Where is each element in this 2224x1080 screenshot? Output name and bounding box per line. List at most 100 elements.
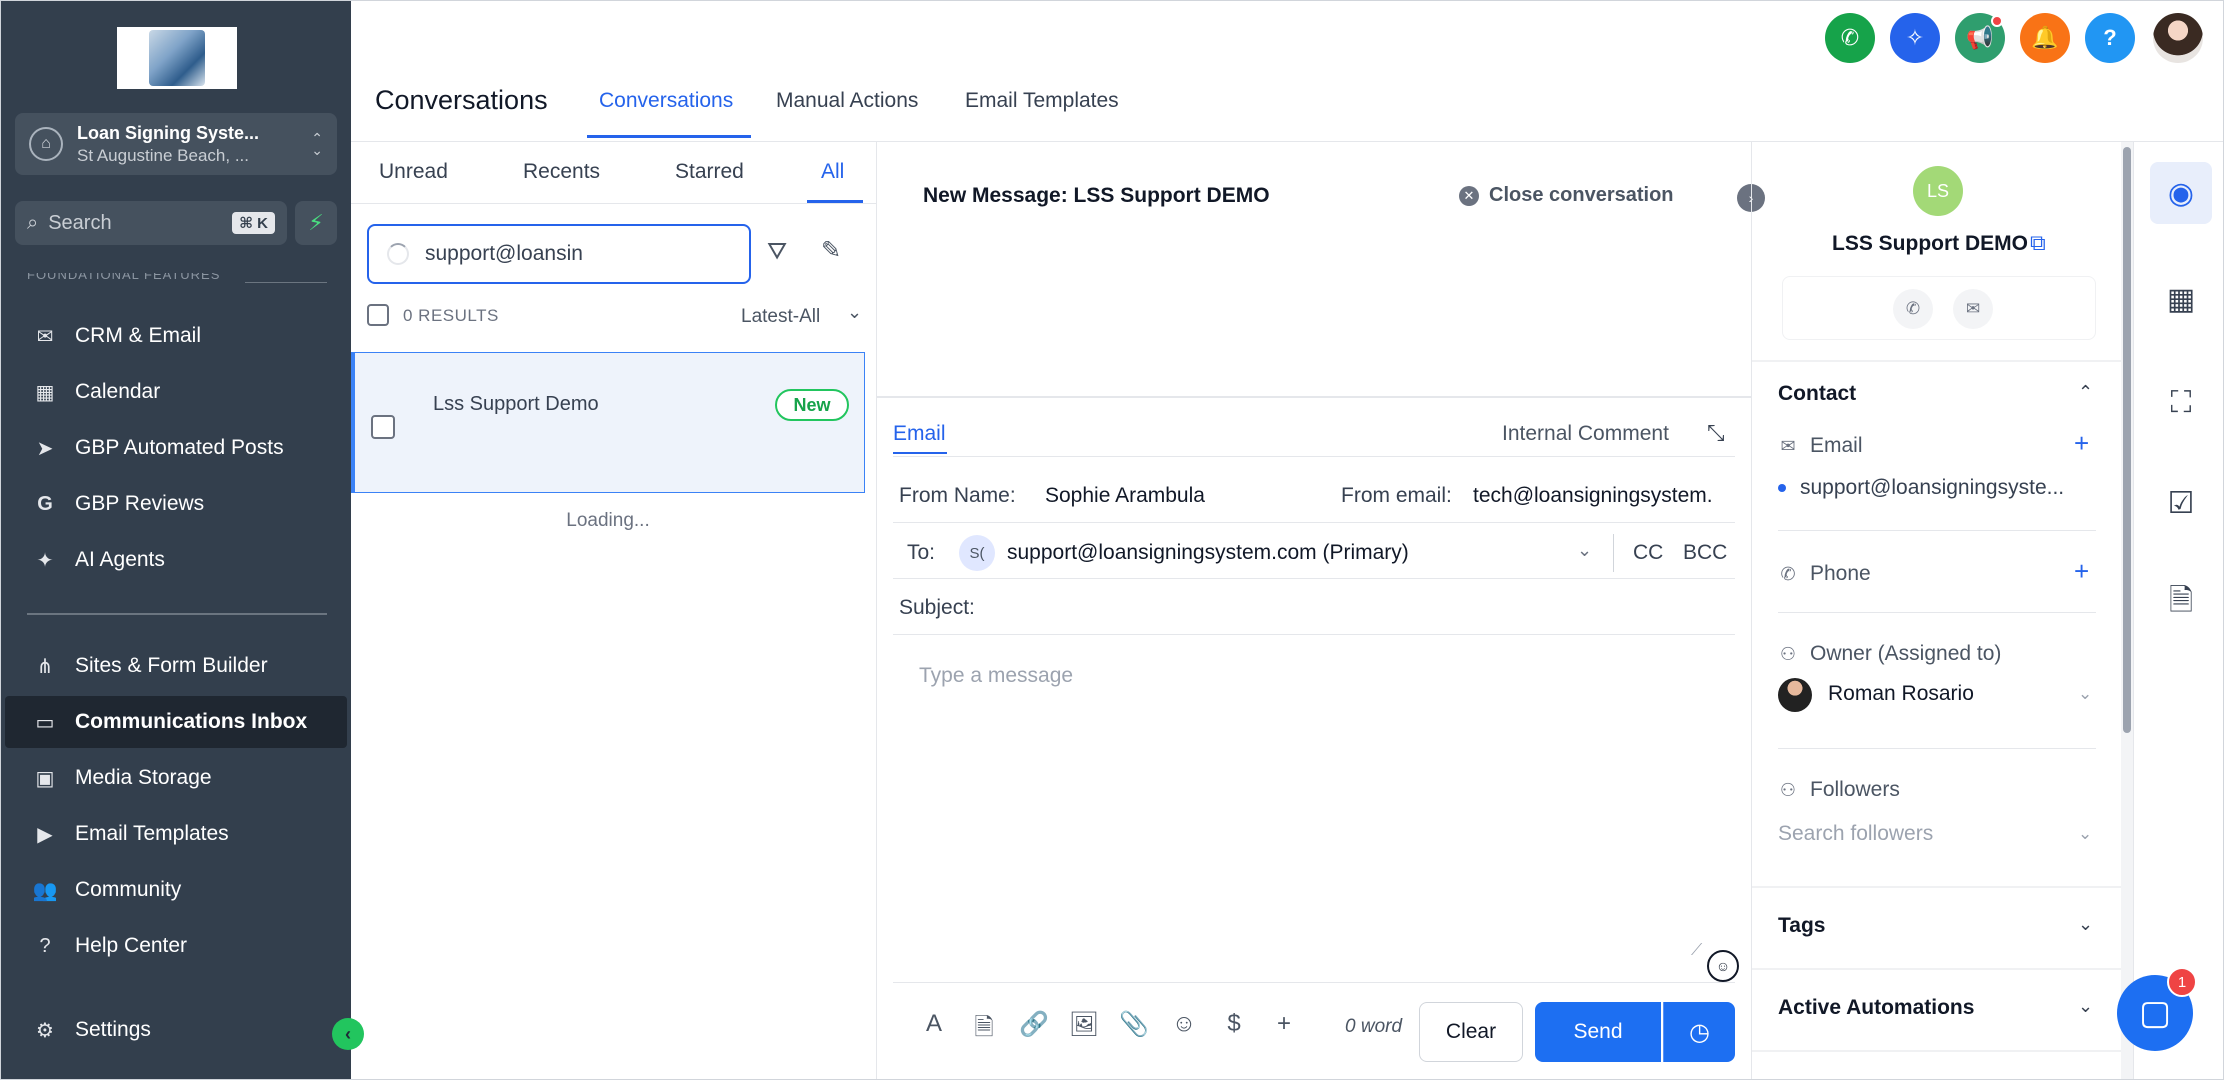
contact-section-title[interactable]: Contact [1778, 382, 1856, 406]
owner-select[interactable]: Roman Rosario [1828, 682, 1974, 706]
plus-icon[interactable]: + [1267, 1010, 1301, 1038]
tab-internal-comment[interactable]: Internal Comment [1502, 422, 1669, 446]
clear-button[interactable]: Clear [1419, 1002, 1523, 1062]
tags-section-title[interactable]: Tags [1778, 914, 1825, 938]
tab-manual-actions[interactable]: Manual Actions [776, 89, 918, 113]
location-pin-icon: ⌂ [29, 127, 63, 161]
property-divider [1778, 748, 2096, 749]
tasks-check-icon[interactable]: ☑ [2150, 472, 2212, 534]
calendar-icon: ▦ [35, 381, 55, 404]
chevron-down-icon[interactable]: ⌄ [2078, 914, 2093, 935]
resize-handle-icon[interactable]: ⟋ [1691, 942, 1702, 960]
email-address: support@loansigningsyste... [1800, 476, 2065, 499]
sidebar-item-settings[interactable]: ⚙ Settings [5, 1004, 347, 1056]
dollar-icon[interactable]: $ [1217, 1010, 1251, 1038]
assistant-bot-icon[interactable]: ☺ [1707, 950, 1739, 982]
sidebar-search[interactable]: ⌕ Search ⌘ K [15, 201, 287, 245]
filter-tab-starred[interactable]: Starred [675, 160, 744, 184]
contact-profile-icon[interactable]: ◉ [2150, 162, 2212, 224]
opportunities-icon[interactable]: ⛶ [2150, 372, 2212, 434]
sidebar-item-communications-inbox[interactable]: ▭ Communications Inbox [5, 696, 347, 748]
bell-icon[interactable]: 🔔 [2020, 13, 2070, 63]
owner-label: Owner (Assigned to) [1810, 642, 2002, 665]
users-icon: ⚇ [1779, 779, 1797, 800]
filter-tab-unread[interactable]: Unread [379, 160, 448, 184]
notes-document-icon[interactable]: 🗎 [2150, 572, 2212, 634]
sidebar-item-ai-agents[interactable]: ✦ AI Agents [5, 534, 347, 586]
sidebar-item-community[interactable]: 👥 Community [5, 864, 347, 916]
cc-button[interactable]: CC [1633, 541, 1663, 565]
compose-edit-icon[interactable]: ✎ [821, 236, 841, 265]
sidebar-item-gbp-posts[interactable]: ➤ GBP Automated Posts [5, 422, 347, 474]
tab-email[interactable]: Email [893, 422, 946, 446]
automations-section-title[interactable]: Active Automations [1778, 996, 1974, 1020]
help-icon[interactable]: ? [2085, 13, 2135, 63]
phone-icon[interactable]: ✆ [1825, 13, 1875, 63]
close-conversation-button[interactable]: ✕ Close conversation [1459, 184, 1674, 207]
section-divider [245, 282, 327, 283]
sidebar-item-email-templates[interactable]: ▶ Email Templates [5, 808, 347, 860]
chevron-down-icon[interactable]: ⌄ [2078, 824, 2092, 844]
email-value[interactable]: support@loansigningsyste... [1778, 476, 2064, 500]
email-contact-icon[interactable]: ✉ [1953, 289, 1993, 329]
attachment-icon[interactable]: 📎 [1117, 1010, 1151, 1039]
text-format-icon[interactable]: A [917, 1010, 951, 1038]
sidebar-item-media-storage[interactable]: ▣ Media Storage [5, 752, 347, 804]
conversation-item[interactable]: Lss Support Demo New [351, 352, 865, 493]
schedule-clock-icon[interactable]: ◷ [1663, 1002, 1735, 1062]
sidebar-item-sites[interactable]: ⋔ Sites & Form Builder [5, 640, 347, 692]
chevron-up-icon[interactable]: ⌃ [2078, 382, 2093, 403]
ai-sparkle-icon[interactable]: ✧ [1890, 13, 1940, 63]
tab-conversations[interactable]: Conversations [599, 89, 733, 113]
sidebar-item-crm-email[interactable]: ✉ CRM & Email [5, 310, 347, 362]
add-phone-button[interactable]: + [2074, 556, 2089, 587]
bcc-button[interactable]: BCC [1683, 541, 1727, 565]
loading-spinner-icon [387, 243, 409, 265]
from-email-value[interactable]: tech@loansigningsystem. [1473, 484, 1713, 508]
quick-actions-bolt-icon[interactable]: ⚡ [295, 201, 337, 245]
company-logo[interactable] [117, 27, 237, 89]
location-switcher[interactable]: ⌂ Loan Signing Syste... St Augustine Bea… [15, 113, 337, 175]
chevron-down-icon[interactable]: ⌄ [2078, 996, 2093, 1017]
from-name-value[interactable]: Sophie Arambula [1045, 484, 1205, 508]
sidebar-item-label: Communications Inbox [75, 710, 308, 733]
search-icon: ⌕ [27, 211, 39, 234]
chevron-down-icon[interactable]: ⌄ [847, 302, 862, 323]
to-recipient[interactable]: support@loansigningsystem.com (Primary) [1007, 541, 1409, 565]
filter-funnel-icon[interactable]: ⛛ [767, 238, 787, 266]
conversation-search-input[interactable]: support@loansin [367, 224, 751, 284]
sidebar-item-label: AI Agents [75, 548, 165, 571]
select-all-checkbox[interactable] [367, 304, 389, 326]
phone-property: ✆ Phone [1778, 562, 1870, 586]
filter-tab-all[interactable]: All [821, 160, 844, 184]
tab-email-templates[interactable]: Email Templates [965, 89, 1119, 113]
add-email-button[interactable]: + [2074, 428, 2089, 459]
sort-dropdown[interactable]: Latest-All [741, 306, 820, 328]
megaphone-icon[interactable]: 📢 [1955, 13, 2005, 63]
call-contact-icon[interactable]: ✆ [1893, 289, 1933, 329]
emoji-icon[interactable]: ☺ [1167, 1010, 1201, 1038]
message-input[interactable]: Type a message [919, 664, 1073, 688]
search-followers-input[interactable]: Search followers [1778, 822, 1933, 846]
send-button[interactable]: Send [1535, 1002, 1661, 1062]
sidebar-item-calendar[interactable]: ▦ Calendar [5, 366, 347, 418]
chevron-down-icon[interactable]: ⌄ [2078, 684, 2092, 704]
sidebar-item-gbp-reviews[interactable]: G GBP Reviews [5, 478, 347, 530]
image-icon[interactable]: 🖼 [1067, 1010, 1101, 1039]
link-icon[interactable]: 🔗 [1017, 1010, 1051, 1039]
page-title: Conversations [375, 85, 548, 115]
active-tab-indicator [587, 135, 751, 138]
minimize-icon[interactable]: ⤡ [1707, 420, 1725, 446]
external-link-icon[interactable]: ⧉ [2030, 230, 2046, 256]
calendar-icon[interactable]: ▦ [2150, 268, 2212, 330]
document-icon[interactable]: 🗎 [967, 1010, 1001, 1051]
scrollbar-thumb[interactable] [2123, 147, 2131, 733]
toolbar-divider [893, 982, 1735, 983]
chevron-down-icon[interactable]: ⌄ [1577, 540, 1592, 561]
sidebar-item-label: Settings [75, 1018, 151, 1041]
filter-tab-recents[interactable]: Recents [523, 160, 600, 184]
compose-divider [893, 634, 1735, 635]
user-avatar[interactable] [2153, 13, 2203, 63]
conversation-checkbox[interactable] [371, 415, 395, 439]
sidebar-item-help-center[interactable]: ? Help Center [5, 920, 347, 972]
